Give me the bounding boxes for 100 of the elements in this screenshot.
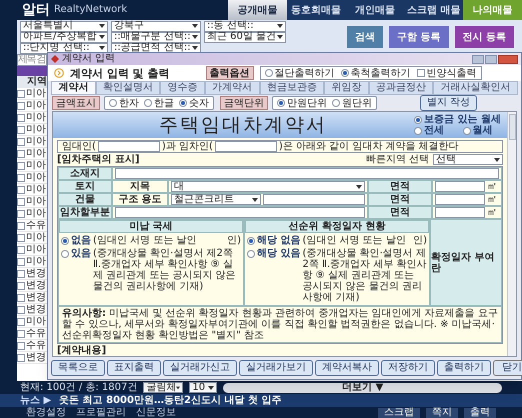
tab[interactable]: 확인설명서 — [96, 81, 160, 95]
font-dropdown[interactable]: 굴림체 — [143, 382, 184, 393]
footer-link[interactable]: 프로필관리 — [76, 408, 126, 418]
checkbox[interactable] — [17, 114, 25, 122]
checkbox[interactable] — [17, 330, 25, 338]
radio-button[interactable] — [144, 99, 152, 107]
region-dropdown[interactable]: 선택 — [433, 154, 503, 165]
input-field[interactable] — [214, 141, 277, 152]
input-field[interactable] — [435, 194, 485, 205]
maximize-button[interactable] — [485, 54, 497, 64]
radio-button[interactable] — [61, 250, 69, 258]
nav-tab[interactable]: 공개매물 — [228, 0, 287, 20]
dropdown[interactable]: 대 — [171, 181, 365, 192]
action-button[interactable]: 계약서복사 — [315, 360, 379, 376]
tab[interactable]: 계약서 — [51, 81, 96, 95]
footer-link[interactable]: 환경설정 — [26, 408, 66, 418]
checkbox[interactable] — [17, 186, 25, 194]
radio-button[interactable] — [462, 126, 471, 134]
checkbox[interactable] — [17, 102, 25, 110]
checkbox[interactable] — [17, 306, 25, 314]
filter-button[interactable]: 구함 등록 — [389, 26, 449, 48]
checkbox[interactable] — [416, 69, 424, 77]
checkbox[interactable] — [17, 126, 25, 134]
radio-button[interactable] — [179, 99, 187, 107]
dropdown[interactable]: 철근콘크리트 — [171, 194, 261, 205]
checkbox[interactable] — [17, 90, 25, 98]
checkbox[interactable] — [17, 222, 25, 230]
nav-tab[interactable]: 개인매물 — [346, 0, 404, 20]
action-button[interactable]: 실거래가신고 — [163, 360, 237, 376]
dialog-title: 계약서 입력 — [62, 54, 116, 64]
footer-button[interactable]: 스크랩 — [378, 408, 420, 418]
filter-dropdown[interactable]: 강북구 — [111, 20, 201, 32]
minimize-button[interactable] — [472, 54, 484, 64]
filter-dropdown[interactable]: ::매물구분 선택:: — [111, 32, 201, 42]
radio-button[interactable] — [247, 237, 255, 245]
action-button[interactable]: 닫기 — [493, 360, 522, 376]
filter-button[interactable]: 검색 — [347, 26, 384, 48]
nav-tab[interactable]: 스크랩 매물 — [404, 0, 464, 20]
filter-dropdown[interactable]: 아파트/주상복합 — [20, 32, 108, 42]
action-button[interactable]: 별지 작성 — [420, 95, 477, 111]
checkbox[interactable] — [17, 342, 25, 350]
checkbox[interactable] — [17, 138, 25, 146]
checkbox[interactable] — [17, 198, 25, 206]
checkbox[interactable] — [17, 162, 25, 170]
input-field[interactable] — [115, 168, 499, 179]
tab[interactable]: 위임장 — [324, 81, 369, 95]
caret-icon — [99, 24, 105, 28]
input-field[interactable] — [435, 181, 485, 192]
footer-button[interactable]: 쪽지 — [426, 408, 458, 418]
checkbox[interactable] — [17, 318, 25, 326]
radio-button[interactable] — [332, 99, 340, 107]
radio-button[interactable] — [61, 237, 69, 245]
radio-button[interactable] — [247, 250, 255, 258]
scrollbar[interactable] — [507, 112, 516, 356]
input-field[interactable] — [435, 207, 485, 218]
news-label: 뉴스 ▶ — [20, 394, 52, 408]
input-field[interactable] — [98, 141, 160, 152]
close-button[interactable] — [498, 54, 518, 64]
checkbox[interactable] — [17, 294, 25, 302]
checkbox[interactable] — [17, 246, 25, 254]
radio-button[interactable] — [340, 69, 348, 77]
nav-tab[interactable]: 동호회매물 — [286, 0, 346, 20]
action-button[interactable]: 출력하기 — [437, 360, 491, 376]
news-headline[interactable]: 웃돈 최고 8000만원…동탄2신도시 내달 첫 입주 — [59, 393, 282, 408]
checkbox[interactable] — [17, 234, 25, 242]
section-title: [임차주택의 표시] — [57, 154, 140, 165]
row-label: 건물 — [58, 193, 112, 206]
footer-link[interactable]: 신문정보 — [136, 408, 176, 418]
action-button[interactable]: 저장하기 — [381, 360, 435, 376]
checkbox[interactable] — [17, 282, 25, 290]
filter-dropdown[interactable]: 최근 60일 물건 — [204, 32, 286, 42]
radio-button[interactable] — [109, 99, 117, 107]
tab[interactable]: 가계약서 — [204, 81, 260, 95]
page-size-dropdown[interactable]: 10 — [189, 382, 218, 393]
action-button[interactable]: 실거래가보기 — [239, 360, 313, 376]
checkbox[interactable] — [17, 210, 25, 218]
tab[interactable]: 영수증 — [160, 81, 205, 95]
action-button[interactable]: 표지출력 — [107, 360, 161, 376]
party-label: 임대인( — [62, 141, 96, 152]
radio-button[interactable] — [264, 69, 272, 77]
radio-button[interactable] — [277, 99, 285, 107]
checkbox[interactable] — [17, 174, 25, 182]
tab[interactable]: 공과금정산 — [368, 81, 434, 95]
input-field[interactable] — [263, 194, 365, 205]
tab[interactable]: 현금보관증 — [260, 81, 324, 95]
filter-dropdown[interactable]: 서울특별시 — [20, 20, 108, 32]
checkbox[interactable] — [17, 354, 25, 362]
checkbox[interactable] — [17, 270, 25, 278]
radio-button[interactable] — [414, 126, 422, 134]
tab[interactable]: 거래사실확인서 — [433, 81, 518, 95]
radio-button[interactable] — [414, 116, 422, 124]
footer-button[interactable]: 출력 — [464, 408, 496, 418]
filter-button[interactable]: 전시 등록 — [454, 26, 514, 48]
checkbox[interactable] — [17, 258, 25, 266]
filter-dropdown[interactable]: ::동 선택:: — [204, 20, 286, 32]
action-button[interactable]: 목록으로 — [51, 360, 105, 376]
caret-icon — [494, 158, 500, 162]
more-button[interactable]: 더보기 ▼ — [223, 382, 502, 392]
checkbox[interactable] — [17, 150, 25, 158]
input-field[interactable] — [115, 207, 365, 218]
